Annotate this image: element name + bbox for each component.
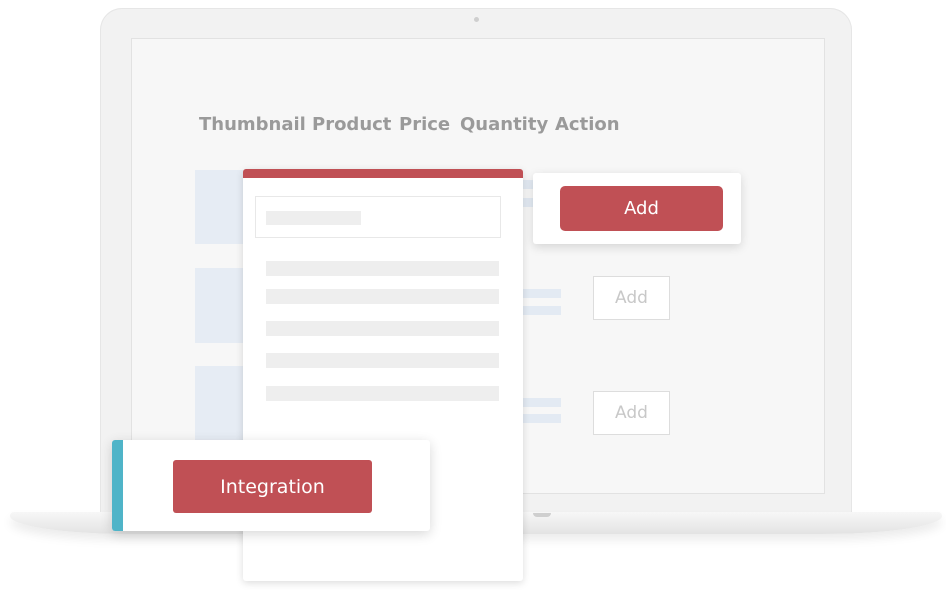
laptop-base-notch [533, 513, 551, 517]
panel-list-item[interactable] [266, 289, 499, 304]
header-price: Price [399, 114, 451, 135]
header-thumbnail: Thumbnail [199, 114, 306, 135]
camera-dot [474, 17, 479, 22]
panel-list-item[interactable] [266, 321, 499, 336]
integration-button[interactable]: Integration [173, 460, 372, 513]
add-button[interactable]: Add [593, 276, 670, 320]
panel-list-item[interactable] [266, 353, 499, 368]
panel-accent-bar [243, 169, 523, 178]
header-product: Product [312, 114, 392, 135]
integration-accent-bar [112, 440, 123, 531]
row-text-placeholder [523, 414, 561, 423]
row-text-placeholder [523, 306, 561, 315]
panel-list-item[interactable] [266, 386, 499, 401]
row-text-placeholder [523, 398, 561, 407]
add-button-primary[interactable]: Add [560, 186, 723, 231]
header-quantity: Quantity [460, 114, 549, 135]
search-text-placeholder [266, 211, 361, 225]
add-button[interactable]: Add [593, 391, 670, 435]
row-text-placeholder [523, 289, 561, 298]
panel-list-item[interactable] [266, 261, 499, 276]
header-action: Action [555, 114, 620, 135]
